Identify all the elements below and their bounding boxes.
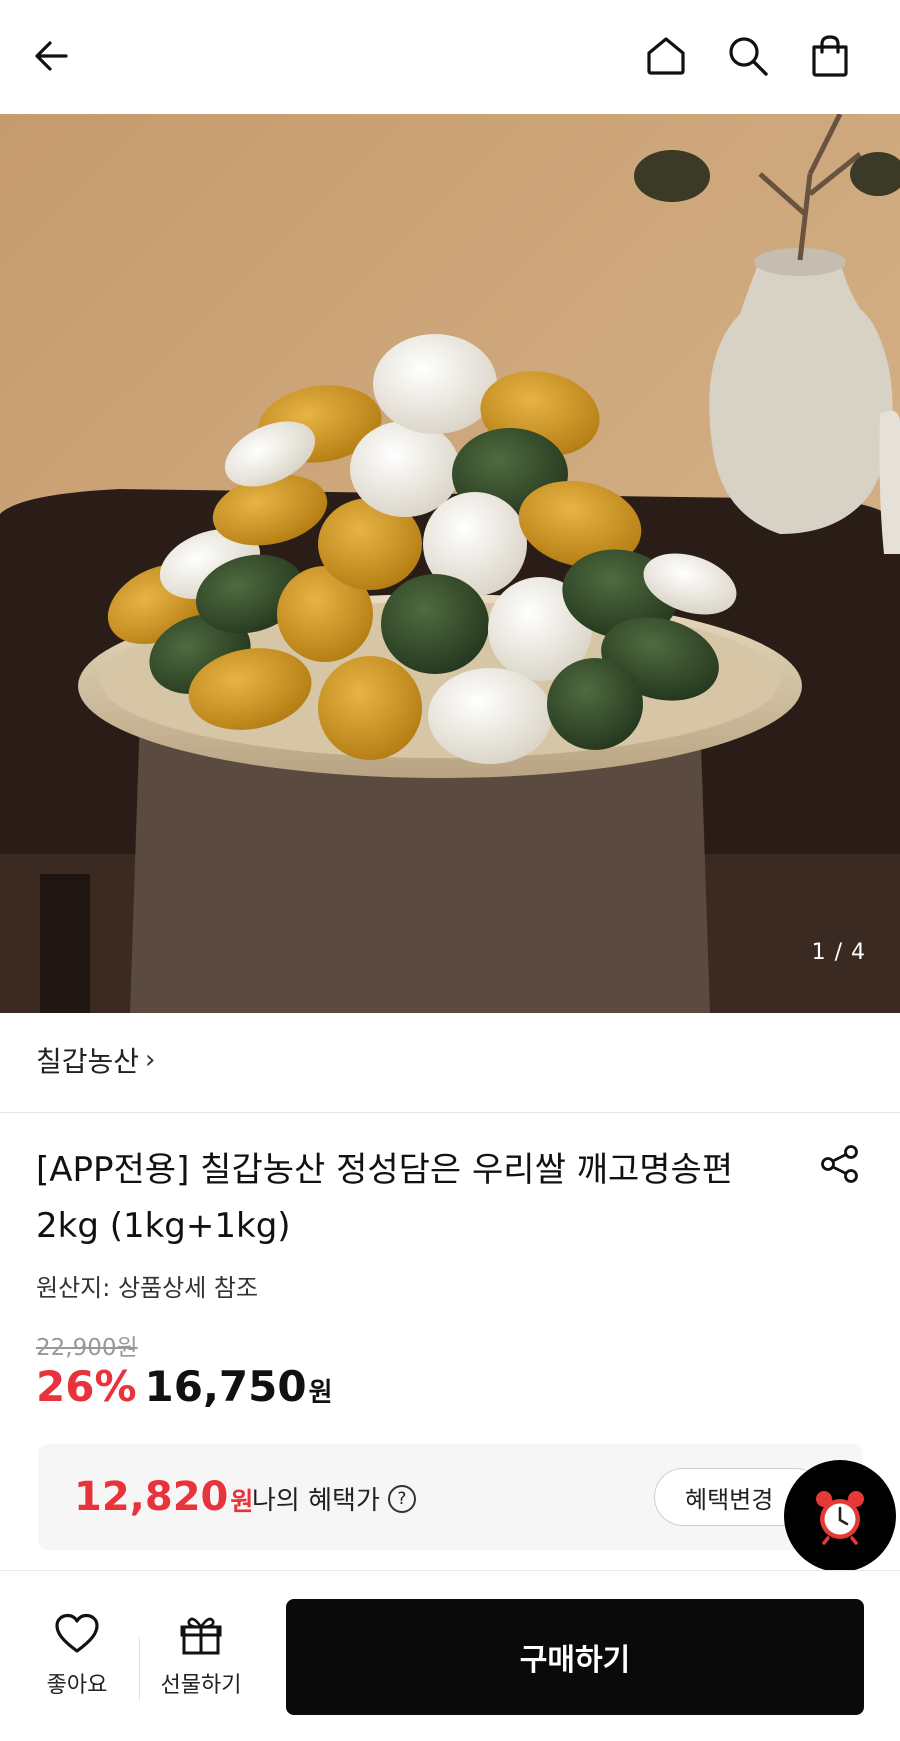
benefit-label-text: 나의 혜택가	[252, 1486, 380, 1516]
benefit-label: 나의 혜택가 ?	[252, 1480, 416, 1517]
origin-info: 원산지: 상품상세 참조	[36, 1274, 259, 1302]
search-icon[interactable]	[722, 30, 774, 82]
sale-price-unit: 원	[308, 1378, 333, 1408]
benefit-price: 12,820 원	[74, 1474, 253, 1520]
benefit-price-box: 12,820 원 나의 혜택가 ? 혜택변경	[38, 1444, 862, 1550]
gift-label: 선물하기	[160, 1673, 242, 1698]
product-title: [APP전용] 칠갑농산 정성담은 우리쌀 깨고명송편 2kg (1kg+1kg…	[36, 1150, 734, 1246]
buy-button[interactable]: 구매하기	[286, 1599, 864, 1715]
like-label: 좋아요	[46, 1673, 108, 1698]
original-price: 22,900원	[36, 1335, 138, 1361]
price-row: 26% 16,750 원	[36, 1362, 333, 1411]
shopping-bag-icon[interactable]	[804, 30, 856, 82]
gift-button[interactable]: 선물하기	[146, 1613, 256, 1699]
sale-price: 16,750	[144, 1362, 307, 1411]
section-divider	[0, 1112, 900, 1113]
benefit-price-value: 12,820	[74, 1474, 229, 1520]
brand-name: 칠갑농산	[36, 1045, 140, 1078]
brand-link[interactable]: 칠갑농산 ›	[36, 1040, 155, 1080]
chevron-right-icon: ›	[145, 1045, 156, 1075]
like-button[interactable]: 좋아요	[22, 1613, 132, 1699]
heart-icon	[55, 1613, 99, 1653]
help-icon[interactable]: ?	[387, 1484, 416, 1513]
songpyeon-product-photo	[0, 114, 900, 1013]
image-counter: 1 / 4	[811, 940, 866, 965]
gift-icon	[180, 1617, 222, 1655]
benefit-price-unit: 원	[230, 1487, 254, 1516]
home-icon[interactable]	[640, 30, 692, 82]
product-image-carousel[interactable]: 1 / 4	[0, 114, 900, 1013]
top-navigation-bar	[0, 0, 900, 114]
action-divider	[139, 1637, 140, 1701]
bottom-action-bar: 좋아요 선물하기 구매하기	[0, 1570, 900, 1741]
back-arrow-icon[interactable]	[26, 30, 78, 82]
alarm-clock-icon[interactable]	[784, 1460, 896, 1572]
discount-rate: 26%	[36, 1362, 137, 1411]
share-icon[interactable]	[816, 1140, 864, 1188]
